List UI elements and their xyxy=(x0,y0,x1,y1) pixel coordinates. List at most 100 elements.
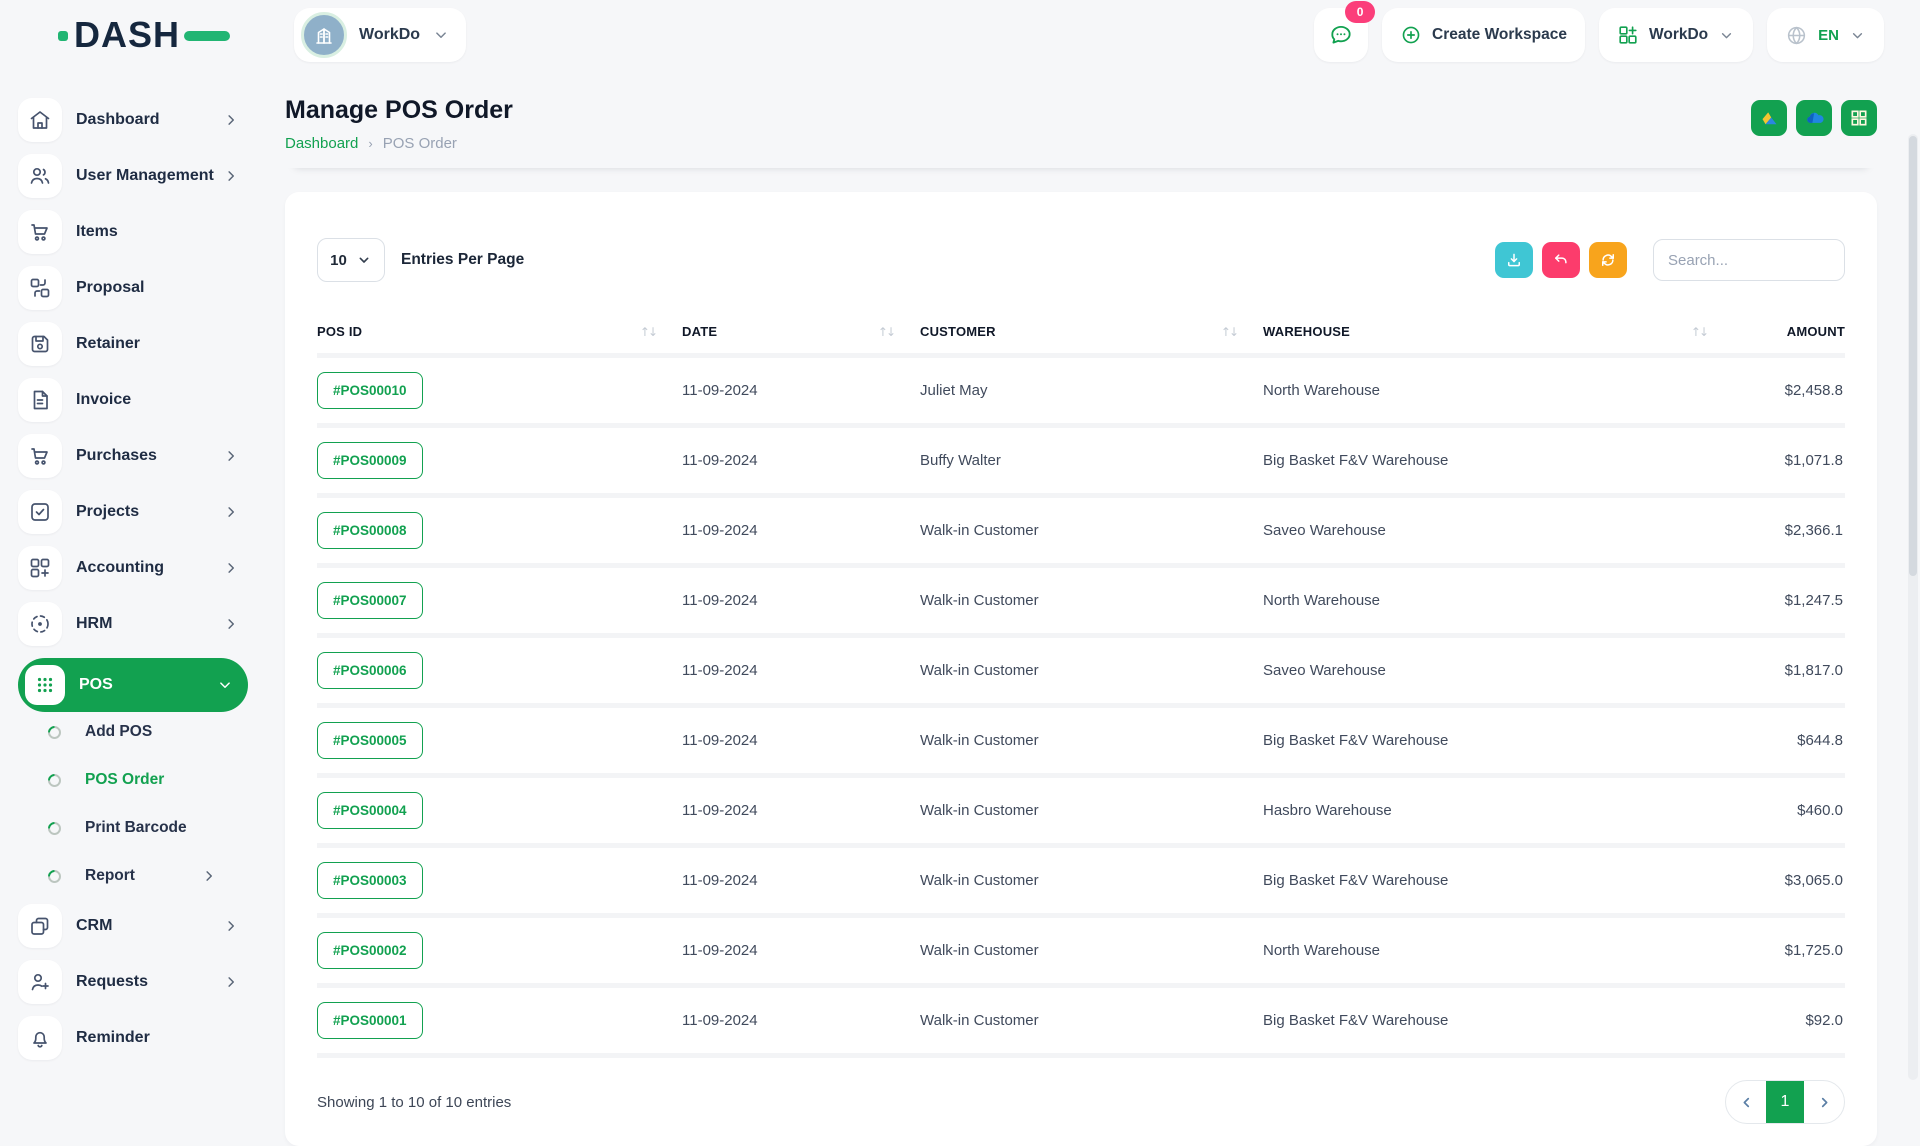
onedrive-button[interactable] xyxy=(1796,100,1832,136)
customer-cell: Walk-in Customer xyxy=(920,708,1263,778)
date-cell: 11-09-2024 xyxy=(682,638,920,708)
table-row: #POS00003 11-09-2024 Walk-in Customer Bi… xyxy=(317,848,1845,918)
table-footer: Showing 1 to 10 of 10 entries 1 xyxy=(317,1080,1845,1124)
column-header-date[interactable]: DATE↑↓ xyxy=(682,316,920,358)
reset-button[interactable] xyxy=(1542,242,1580,278)
workspace-avatar xyxy=(301,12,347,58)
sidebar-item-invoice[interactable]: Invoice xyxy=(18,378,248,422)
pos-id-button[interactable]: #POS00009 xyxy=(317,442,423,479)
previous-page-button[interactable] xyxy=(1726,1081,1766,1123)
date-cell: 11-09-2024 xyxy=(682,568,920,638)
sidebar-item-hrm[interactable]: HRM xyxy=(18,602,248,646)
warehouse-cell: North Warehouse xyxy=(1263,918,1733,988)
date-cell: 11-09-2024 xyxy=(682,428,920,498)
table-actions xyxy=(1495,239,1845,281)
refresh-button[interactable] xyxy=(1589,242,1627,278)
table-controls: 10 Entries Per Page xyxy=(317,238,1845,282)
workspace-selector[interactable]: WorkDo xyxy=(294,8,466,62)
pos-id-button[interactable]: #POS00008 xyxy=(317,512,423,549)
pos-id-button[interactable]: #POS00001 xyxy=(317,1002,423,1039)
date-cell: 11-09-2024 xyxy=(682,708,920,778)
create-workspace-button[interactable]: Create Workspace xyxy=(1382,8,1585,62)
table-row: #POS00010 11-09-2024 Juliet May North Wa… xyxy=(317,358,1845,428)
pos-id-button[interactable]: #POS00006 xyxy=(317,652,423,689)
sort-icon: ↑↓ xyxy=(878,325,894,339)
bullet-icon xyxy=(45,771,63,789)
sidebar-item-dashboard[interactable]: Dashboard xyxy=(18,98,248,142)
sidebar-item-pos-order[interactable]: POS Order xyxy=(18,760,248,800)
pos-id-button[interactable]: #POS00010 xyxy=(317,372,423,409)
table-row: #POS00002 11-09-2024 Walk-in Customer No… xyxy=(317,918,1845,988)
grid-view-button[interactable] xyxy=(1841,100,1877,136)
column-header-amount: AMOUNT xyxy=(1733,316,1845,358)
sidebar-item-projects[interactable]: Projects xyxy=(18,490,248,534)
cart-icon xyxy=(18,210,62,254)
sidebar-item-accounting[interactable]: Accounting xyxy=(18,546,248,590)
pos-id-button[interactable]: #POS00004 xyxy=(317,792,423,829)
chevron-right-icon xyxy=(222,559,240,577)
sidebar-item-purchases[interactable]: Purchases xyxy=(18,434,248,478)
projects-icon xyxy=(18,490,62,534)
customer-cell: Walk-in Customer xyxy=(920,498,1263,568)
sidebar-item-reminder[interactable]: Reminder xyxy=(18,1016,248,1060)
column-label: WAREHOUSE xyxy=(1263,324,1350,339)
sort-icon: ↑↓ xyxy=(640,325,656,339)
sidebar-item-crm[interactable]: CRM xyxy=(18,904,248,948)
scrollbar[interactable] xyxy=(1908,134,1918,1080)
sidebar-item-report[interactable]: Report xyxy=(18,856,248,896)
pos-id-button[interactable]: #POS00002 xyxy=(317,932,423,969)
undo-icon xyxy=(1552,251,1570,269)
pos-id-button[interactable]: #POS00003 xyxy=(317,862,423,899)
sidebar-item-pos[interactable]: POS xyxy=(18,658,248,712)
sidebar-item-label: Accounting xyxy=(76,559,164,577)
pos-id-button[interactable]: #POS00007 xyxy=(317,582,423,619)
column-header-pos-id[interactable]: POS ID↑↓ xyxy=(317,316,682,358)
google-drive-icon xyxy=(1759,108,1780,129)
top-header: DASH WorkDo xyxy=(0,0,1920,70)
google-drive-button[interactable] xyxy=(1751,100,1787,136)
grid-plus-icon xyxy=(1617,24,1639,46)
sidebar-item-retainer[interactable]: Retainer xyxy=(18,322,248,366)
pos-id-button[interactable]: #POS00005 xyxy=(317,722,423,759)
amount-cell: $3,065.0 xyxy=(1733,848,1845,918)
table-row: #POS00006 11-09-2024 Walk-in Customer Sa… xyxy=(317,638,1845,708)
warehouse-cell: Saveo Warehouse xyxy=(1263,638,1733,708)
sidebar-item-items[interactable]: Items xyxy=(18,210,248,254)
chevron-right-icon xyxy=(222,447,240,465)
search-input[interactable] xyxy=(1653,239,1845,281)
accounting-icon xyxy=(18,546,62,590)
language-selector[interactable]: EN xyxy=(1767,8,1884,62)
pos-order-table: POS ID↑↓DATE↑↓CUSTOMER↑↓WAREHOUSE↑↓AMOUN… xyxy=(317,316,1845,1058)
breadcrumb: Dashboard › POS Order xyxy=(285,135,513,152)
amount-cell: $1,071.8 xyxy=(1733,428,1845,498)
main-content: Manage POS Order Dashboard › POS Order xyxy=(260,70,1920,1080)
sidebar-item-label: User Management xyxy=(76,167,214,185)
sidebar-item-user-management[interactable]: User Management xyxy=(18,154,248,198)
entries-per-page-select[interactable]: 10 xyxy=(317,238,385,282)
column-header-warehouse[interactable]: WAREHOUSE↑↓ xyxy=(1263,316,1733,358)
sidebar-item-label: POS Order xyxy=(85,771,164,789)
download-icon xyxy=(1505,251,1523,269)
sidebar-item-proposal[interactable]: Proposal xyxy=(18,266,248,310)
sidebar-item-add-pos[interactable]: Add POS xyxy=(18,712,248,752)
breadcrumb-current: POS Order xyxy=(383,135,457,152)
messages-button[interactable]: 0 xyxy=(1314,8,1368,62)
amount-cell: $2,366.1 xyxy=(1733,498,1845,568)
chat-icon xyxy=(1328,22,1354,48)
sidebar-item-requests[interactable]: Requests xyxy=(18,960,248,1004)
scrollbar-thumb[interactable] xyxy=(1909,136,1917,576)
plus-circle-icon xyxy=(1400,24,1422,46)
column-label: AMOUNT xyxy=(1787,324,1845,339)
page-number-current[interactable]: 1 xyxy=(1766,1081,1804,1123)
breadcrumb-dashboard-link[interactable]: Dashboard xyxy=(285,135,358,152)
sidebar-item-label: Retainer xyxy=(76,335,140,353)
sidebar-item-label: HRM xyxy=(76,615,112,633)
amount-cell: $644.8 xyxy=(1733,708,1845,778)
workdo-menu-button[interactable]: WorkDo xyxy=(1599,8,1753,62)
sidebar-item-print-barcode[interactable]: Print Barcode xyxy=(18,808,248,848)
next-page-button[interactable] xyxy=(1804,1081,1844,1123)
export-button[interactable] xyxy=(1495,242,1533,278)
logo-bar xyxy=(184,31,230,41)
grid-icon xyxy=(1849,108,1869,128)
column-header-customer[interactable]: CUSTOMER↑↓ xyxy=(920,316,1263,358)
